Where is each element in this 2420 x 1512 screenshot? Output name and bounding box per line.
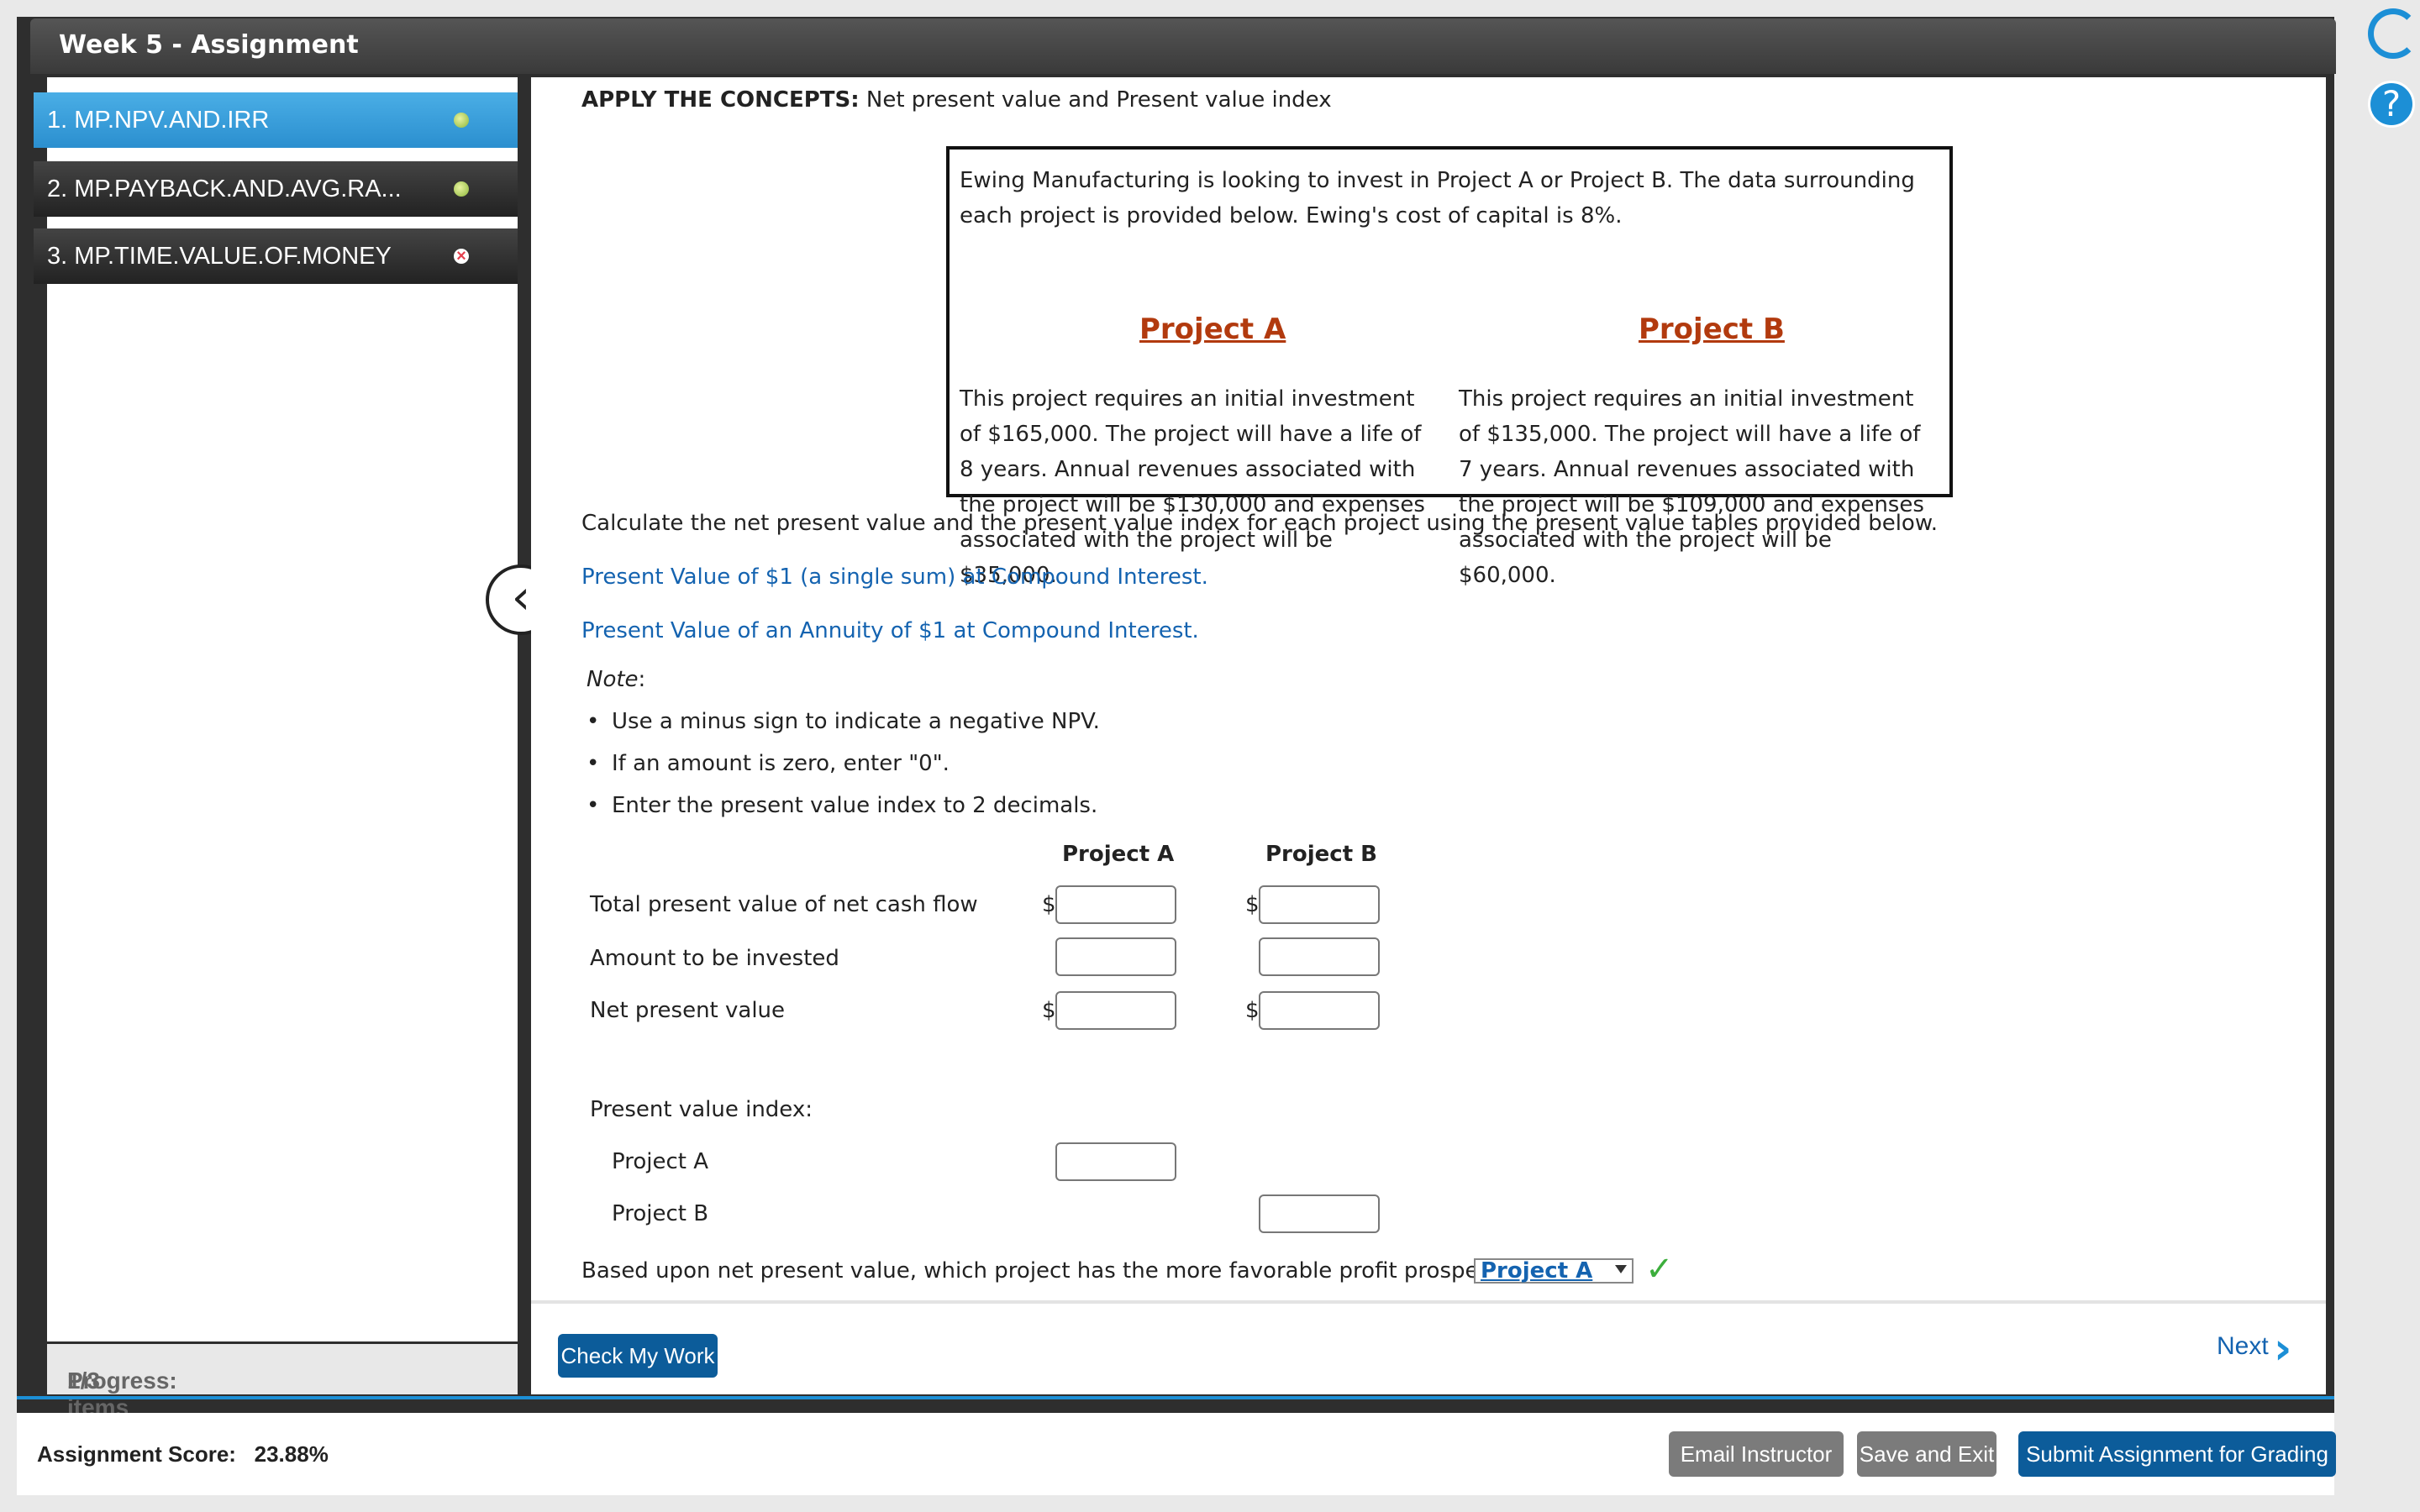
support-headset-icon[interactable] bbox=[2368, 8, 2418, 59]
row-label-total-pv: Total present value of net cash flow bbox=[590, 892, 978, 917]
selected-option: Project A bbox=[1481, 1258, 1593, 1284]
note-label: Note bbox=[587, 667, 639, 692]
favorable-project-select[interactable]: Project A bbox=[1474, 1258, 1634, 1284]
pvi-project-a-input[interactable] bbox=[1055, 1142, 1176, 1181]
total-pv-project-b-input[interactable] bbox=[1259, 885, 1380, 924]
pvi-project-b-input[interactable] bbox=[1259, 1194, 1380, 1233]
npv-project-b-input[interactable] bbox=[1259, 991, 1380, 1030]
pv-single-sum-link[interactable]: Present Value of $1 (a single sum) at Co… bbox=[581, 564, 1208, 590]
pv-annuity-link[interactable]: Present Value of an Annuity of $1 at Com… bbox=[581, 618, 1199, 643]
project-b-description: This project requires an initial investm… bbox=[1459, 386, 1924, 588]
final-question-text: Based upon net present value, which proj… bbox=[581, 1258, 1523, 1284]
window-title: Week 5 - Assignment bbox=[59, 30, 359, 60]
currency-symbol: $ bbox=[1245, 998, 1260, 1023]
project-b-title: Project B bbox=[1639, 312, 1785, 346]
sidebar-divider bbox=[518, 77, 531, 1396]
currency-symbol: $ bbox=[1042, 998, 1056, 1023]
incorrect-status-icon: × bbox=[454, 248, 469, 265]
pvi-section-label: Present value index: bbox=[590, 1097, 813, 1122]
amount-invested-project-b-input[interactable] bbox=[1259, 937, 1380, 976]
heading-label: APPLY THE CONCEPTS: bbox=[581, 87, 860, 113]
submit-assignment-button[interactable]: Submit Assignment for Grading bbox=[2018, 1431, 2336, 1477]
question-heading: APPLY THE CONCEPTS: Net present value an… bbox=[581, 87, 1332, 113]
assignment-score: Assignment Score: 23.88% bbox=[37, 1441, 329, 1467]
score-label: Assignment Score: bbox=[37, 1441, 236, 1467]
next-button[interactable]: Next bbox=[2217, 1332, 2269, 1361]
pvi-project-a-label: Project A bbox=[612, 1149, 709, 1174]
question-footer bbox=[531, 1300, 2326, 1394]
answered-status-icon bbox=[454, 113, 469, 128]
scenario-intro: Ewing Manufacturing is looking to invest… bbox=[960, 168, 1915, 228]
correct-checkmark-icon: ✓ bbox=[1645, 1250, 1674, 1289]
accent-rule bbox=[17, 1396, 2334, 1399]
score-value: 23.88% bbox=[254, 1441, 329, 1467]
project-a-description: This project requires an initial investm… bbox=[960, 386, 1425, 588]
column-header-project-a: Project A bbox=[1062, 842, 1175, 867]
sidebar-item-npv-irr[interactable]: 1. MP.NPV.AND.IRR bbox=[34, 92, 518, 148]
scenario-box: Ewing Manufacturing is looking to invest… bbox=[946, 146, 1953, 588]
answered-status-icon bbox=[454, 181, 469, 197]
sidebar-item-payback[interactable]: 2. MP.PAYBACK.AND.AVG.RA... bbox=[34, 161, 518, 217]
sidebar-item-label: 1. MP.NPV.AND.IRR bbox=[47, 107, 270, 134]
row-label-npv: Net present value bbox=[590, 998, 786, 1023]
dropdown-arrow-icon bbox=[1615, 1265, 1627, 1273]
right-utility-strip bbox=[2353, 0, 2420, 1512]
save-and-exit-button[interactable]: Save and Exit bbox=[1857, 1431, 1996, 1477]
currency-symbol: $ bbox=[1042, 892, 1056, 917]
currency-symbol: $ bbox=[1245, 892, 1260, 917]
amount-invested-project-a-input[interactable] bbox=[1055, 937, 1176, 976]
pvi-project-b-label: Project B bbox=[612, 1201, 709, 1226]
row-label-amount-invested: Amount to be invested bbox=[590, 946, 839, 971]
instruction-text: Calculate the net present value and the … bbox=[581, 511, 1938, 536]
column-header-project-b: Project B bbox=[1265, 842, 1377, 867]
project-a-title: Project A bbox=[1139, 312, 1286, 346]
email-instructor-button[interactable]: Email Instructor bbox=[1669, 1431, 1844, 1477]
total-pv-project-a-input[interactable] bbox=[1055, 885, 1176, 924]
help-icon[interactable]: ? bbox=[2368, 81, 2415, 128]
sidebar-item-time-value[interactable]: 3. MP.TIME.VALUE.OF.MONEY × bbox=[34, 228, 518, 284]
sidebar-item-label: 2. MP.PAYBACK.AND.AVG.RA... bbox=[47, 176, 402, 202]
check-my-work-button[interactable]: Check My Work bbox=[558, 1334, 718, 1378]
npv-project-a-input[interactable] bbox=[1055, 991, 1176, 1030]
heading-text: Net present value and Present value inde… bbox=[865, 87, 1332, 113]
next-chevron-icon[interactable]: › bbox=[2274, 1324, 2291, 1374]
sidebar-item-label: 3. MP.TIME.VALUE.OF.MONEY bbox=[47, 243, 392, 270]
window-titlebar: Week 5 - Assignment bbox=[30, 18, 2336, 74]
question-content: APPLY THE CONCEPTS: Net present value an… bbox=[531, 77, 2326, 1300]
progress-indicator: Progress: 1/3 items bbox=[47, 1344, 518, 1420]
